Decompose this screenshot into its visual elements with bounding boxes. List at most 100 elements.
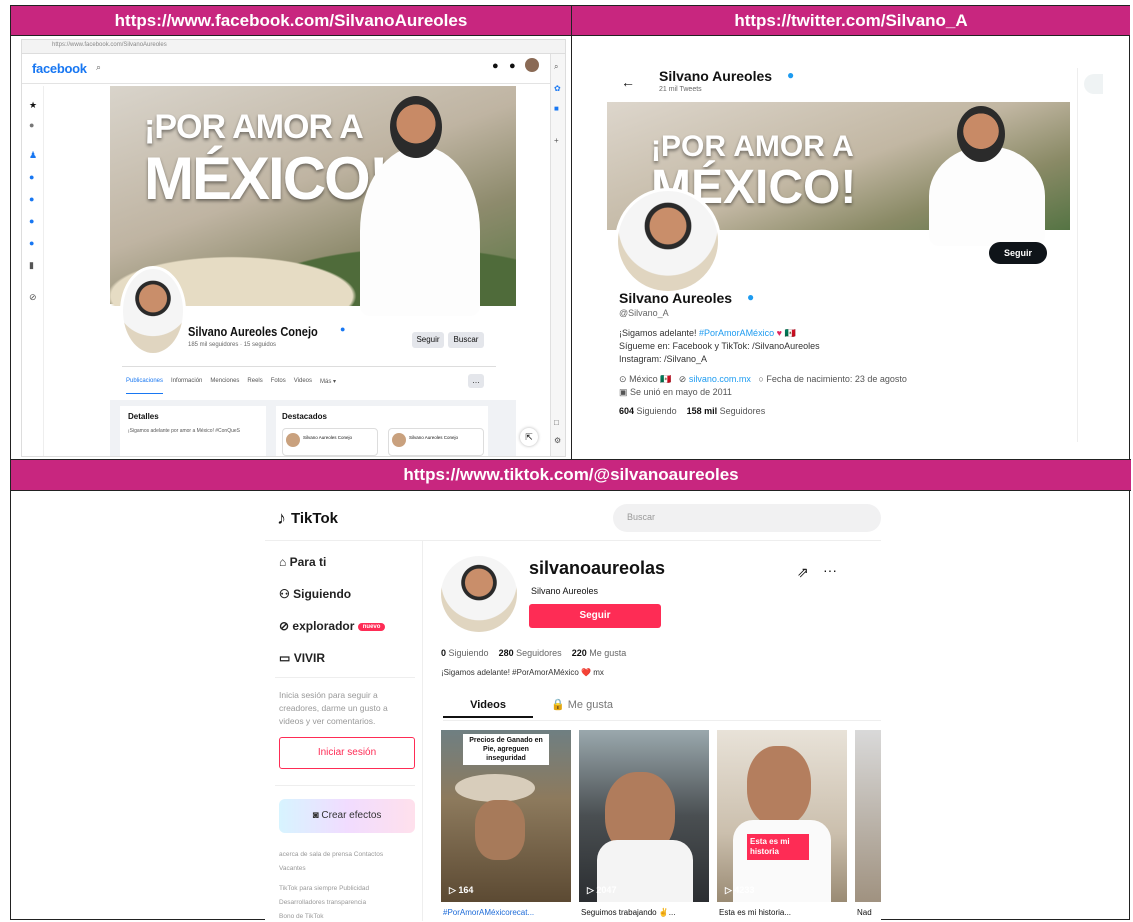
add-icon[interactable]: + (554, 136, 559, 145)
calendar-icon: ▣ (619, 387, 628, 397)
more-options-button[interactable]: … (468, 374, 484, 388)
twitter-url-header: https://twitter.com/Silvano_A (572, 6, 1130, 36)
search-icon[interactable]: ⌕ (554, 62, 558, 72)
profile-avatar[interactable] (615, 188, 721, 294)
video-caption[interactable]: Esta es mi historia... (719, 908, 791, 917)
details-title: Detalles (128, 412, 159, 421)
video-overlay-text: Esta es mi historia (747, 834, 809, 860)
footer-link[interactable]: TikTok para siempre Publicidad (279, 885, 369, 892)
video-thumbnail[interactable]: ▷ 2047 (579, 730, 709, 902)
video-thumbnail[interactable]: Esta es mi historia ▷ 4233 (717, 730, 847, 902)
home-icon: ⌂ (279, 555, 287, 569)
header-name: Silvano Aureoles (659, 68, 773, 84)
following-link[interactable]: 604 Siguiendo (619, 406, 677, 416)
video-thumbnail[interactable] (855, 730, 881, 902)
settings-icon[interactable]: □ (554, 418, 559, 427)
website-link[interactable]: silvano.com.mx (689, 374, 751, 384)
saved-icon[interactable]: ▮ (29, 260, 34, 271)
notifications-icon[interactable]: ● (509, 60, 516, 72)
create-effects-button[interactable]: ◙ Crear efectos (279, 799, 415, 833)
footer-link[interactable]: Bono de TikTok (279, 913, 323, 920)
home-icon[interactable]: ★ (29, 100, 37, 111)
marketplace-icon[interactable]: ● (29, 216, 34, 226)
tab-photos[interactable]: Fotos (271, 378, 286, 394)
tiktok-url-header: https://www.tiktok.com/@silvanoaureoles (11, 460, 1131, 491)
expand-chat-icon[interactable]: ⇱ (520, 428, 538, 446)
footer-link[interactable]: Desarrolladores transparencia (279, 899, 366, 906)
gaming-icon[interactable]: ● (29, 238, 34, 248)
address-bar[interactable]: https://www.facebook.com/SilvanoAureoles (52, 42, 167, 48)
hashtag-link[interactable]: #PorAmorAMéxico (699, 328, 774, 338)
profile-avatar[interactable] (120, 266, 186, 356)
birthday-text: Fecha de nacimiento: 23 de agosto (766, 374, 907, 384)
followers-link[interactable]: 158 mil Seguidores (687, 406, 766, 416)
search-input[interactable] (1084, 74, 1103, 94)
messenger-icon[interactable]: ● (492, 60, 499, 72)
profile-handle: @Silvano_A (619, 308, 669, 318)
new-badge: nuevo (357, 622, 386, 631)
footer-link[interactable]: acerca de sala de prensa Contactos (279, 851, 383, 858)
tiktok-logo-icon[interactable]: ♪ (277, 508, 286, 529)
tab-more[interactable]: Más ▾ (320, 378, 336, 394)
location-text: México (629, 374, 658, 384)
featured-title: Destacados (282, 412, 327, 421)
location-icon: ⊙ (619, 374, 627, 384)
browser-toolbar: https://www.facebook.com/SilvanoAureoles (22, 40, 565, 54)
profile-icon[interactable]: ● (29, 120, 34, 130)
back-arrow-icon[interactable]: ← (621, 74, 635, 90)
sidebar-item-live[interactable]: ▭ VIVIR (279, 651, 325, 665)
tiktok-logo[interactable]: TikTok (291, 510, 338, 527)
search-input[interactable]: Buscar (613, 504, 881, 532)
friends-icon[interactable]: ♟ (29, 150, 37, 161)
profile-name: Silvano Aureoles Conejo (188, 324, 318, 339)
users-icon: ⚇ (279, 587, 290, 601)
profile-avatar[interactable] (441, 556, 517, 632)
facebook-navbar (22, 54, 565, 84)
extension-icon[interactable]: ✿ (554, 84, 561, 93)
video-thumbnail[interactable]: Precios de Ganado en Pie, agreguen inseg… (441, 730, 571, 902)
tab-videos[interactable]: Videos (443, 694, 533, 718)
watch-icon[interactable]: ● (29, 194, 34, 204)
featured-item[interactable]: Silvano Aureoles Conejo (388, 428, 484, 456)
verified-badge-icon: ● (340, 324, 346, 334)
video-overlay-text: Precios de Ganado en Pie, agreguen inseg… (463, 734, 549, 765)
more-options-icon[interactable]: ··· (823, 562, 837, 578)
tab-reels[interactable]: Reels (247, 378, 262, 394)
tab-posts[interactable]: Publicaciones (126, 378, 164, 394)
tab-info[interactable]: Información (171, 378, 202, 394)
tab-likes[interactable]: 🔒 Me gusta (537, 694, 627, 718)
sidebar-item-for-you[interactable]: ⌂ Para ti (279, 555, 326, 569)
extension-icon[interactable]: ■ (554, 104, 559, 113)
follow-stats: 0 Siguiendo 280 Seguidores 220 Me gusta (441, 648, 627, 658)
account-avatar[interactable] (525, 58, 539, 72)
profile-name: Silvano Aureoles (619, 290, 733, 306)
search-button[interactable]: Buscar (448, 332, 484, 348)
share-icon[interactable]: ⇗ (797, 564, 809, 581)
follow-button[interactable]: Seguir (529, 604, 661, 628)
featured-card: Destacados Silvano Aureoles Conejo Silva… (276, 406, 488, 456)
link-icon[interactable]: ⊘ (29, 292, 37, 303)
cover-photo[interactable]: ¡POR AMOR A MÉXICO! (110, 86, 516, 316)
cover-headline: ¡POR AMOR A (144, 108, 364, 146)
login-button[interactable]: Iniciar sesión (279, 737, 415, 769)
sidebar-item-explore[interactable]: ⊘ explorador nuevo (279, 619, 386, 633)
search-icon[interactable]: ⌕ (96, 62, 101, 73)
follow-button[interactable]: Seguir (989, 242, 1047, 264)
mexico-flag-icon: 🇲🇽 (784, 328, 796, 338)
profile-tabs: Publicaciones Información Menciones Reel… (126, 378, 336, 394)
tab-mentions[interactable]: Menciones (210, 378, 239, 394)
follow-button[interactable]: Seguir (412, 332, 444, 348)
groups-icon[interactable]: ● (29, 172, 34, 182)
display-name: Silvano Aureoles (531, 586, 599, 596)
footer-link[interactable]: Vacantes (279, 865, 306, 872)
video-caption[interactable]: Nad (857, 908, 872, 917)
sidebar-item-following[interactable]: ⚇ Siguiendo (279, 587, 351, 601)
joined-date: ▣ Se unió en mayo de 2011 (619, 387, 732, 397)
featured-item[interactable]: Silvano Aureoles Conejo (282, 428, 378, 456)
gear-icon[interactable]: ⚙ (554, 436, 561, 445)
video-caption[interactable]: Seguimos trabajando ✌... (581, 908, 675, 917)
video-caption[interactable]: #PorAmorAMéxicorecat... (443, 908, 534, 917)
tab-videos[interactable]: Videos (294, 378, 312, 394)
facebook-logo[interactable]: facebook (32, 61, 87, 76)
right-scroll-rail[interactable] (550, 54, 565, 456)
